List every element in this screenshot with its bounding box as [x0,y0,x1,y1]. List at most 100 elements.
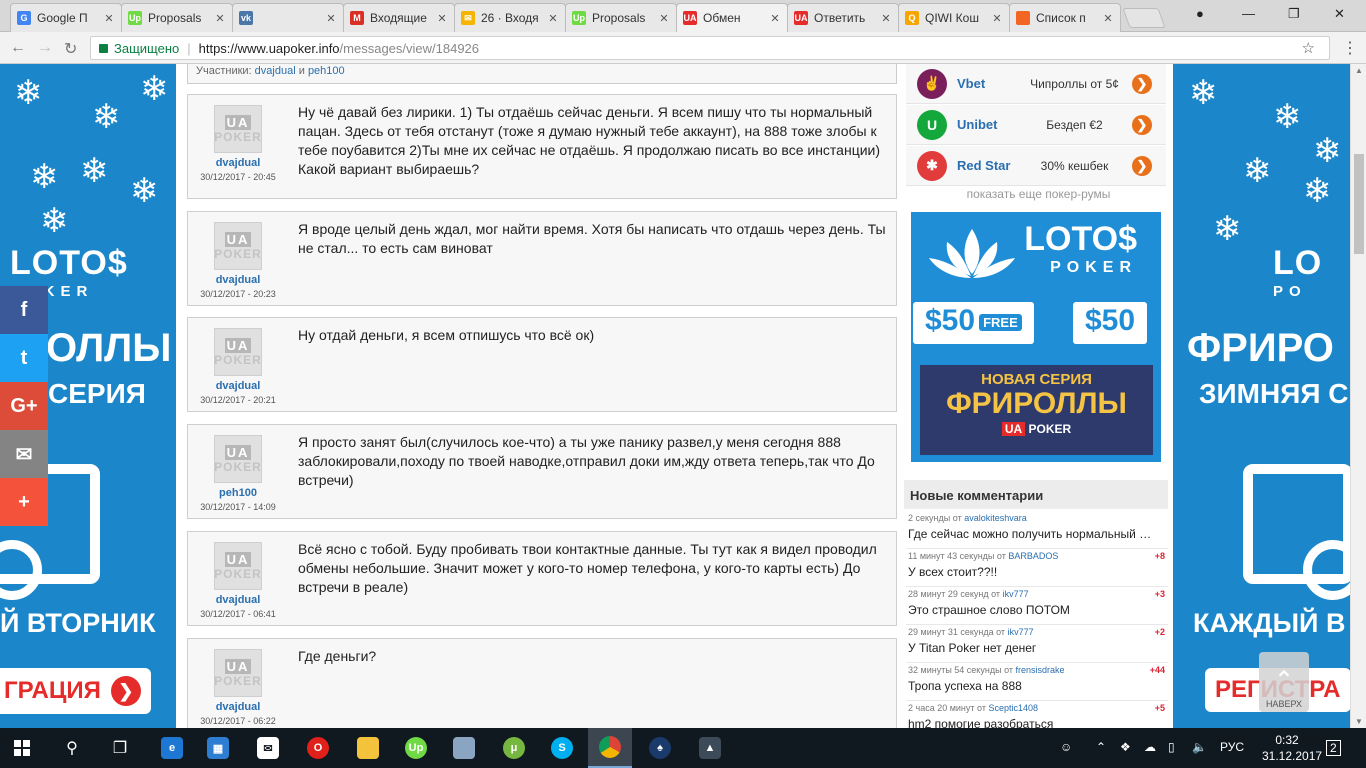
comment-text[interactable]: Это страшное слово ПОТОМ [908,603,1158,617]
lotos-poker-ad[interactable]: LOTO$ POKER $50 FREE $50 НОВАЯ СЕРИЯ ФРИРО… [911,212,1161,462]
comment-item[interactable]: 2 секунды от avalokiteshvara Где сейчас м… [906,511,1168,549]
google-plus-share-button[interactable]: G+ [0,382,48,430]
browser-tab[interactable]: Up Proposals ✕ [565,3,677,32]
browser-tab[interactable]: UA Обмен ✕ [676,3,788,32]
arrow-right-icon[interactable]: ❯ [1132,155,1152,176]
notifications-icon[interactable]: 2 [1326,740,1341,756]
browser-tab[interactable]: vk ✕ [232,3,344,32]
skype-icon[interactable]: S [540,728,584,768]
profile-icon[interactable]: ● [1196,6,1204,21]
battery-icon[interactable]: ▯ [1168,740,1175,754]
comment-item[interactable]: 11 минут 43 секунды от BARBADOS +8 У всех … [906,549,1168,587]
comment-text[interactable]: У всех стоит??!! [908,565,1158,579]
arrow-right-icon[interactable]: ❯ [1132,73,1152,94]
edge-icon[interactable]: e [150,728,194,768]
message-author[interactable]: dvajdual [188,274,288,286]
forward-button[interactable]: → [37,39,53,57]
more-share-button[interactable]: + [0,478,48,526]
reload-button[interactable]: ↻ [64,39,77,59]
page-scrollbar[interactable]: ▲ ▼ [1350,64,1366,728]
comment-text[interactable]: Где сейчас можно получить нормальный бон… [908,527,1158,541]
chrome-icon[interactable] [588,728,632,768]
dropbox-icon[interactable]: ❖ [1120,740,1131,754]
avatar[interactable]: UA POKER [214,222,262,270]
more-poker-rooms-link[interactable]: показать еще покер-румы [904,187,1173,201]
comment-item[interactable]: 29 минут 31 секунда от ikv777 +2 У Titan P… [906,625,1168,663]
language-indicator[interactable]: РУС [1220,740,1244,754]
volume-icon[interactable]: 🔈 [1192,740,1207,754]
back-button[interactable]: ← [10,39,26,57]
message-author[interactable]: peh100 [188,487,288,499]
avatar[interactable]: UA POKER [214,328,262,376]
comment-text[interactable]: hm2 помогие разобраться [908,717,1158,728]
poker-room-item[interactable]: U Unibet Бездеп €2 ❯ [906,105,1166,145]
minimize-button[interactable]: — [1242,6,1255,21]
comment-user-link[interactable]: Sceptic1408 [989,703,1039,713]
comment-user-link[interactable]: ikv777 [1008,627,1034,637]
back-to-top-button[interactable]: ⌃ НАВЕРХ [1259,652,1309,712]
browser-tab[interactable]: M Входящие ✕ [343,3,455,32]
new-tab-button[interactable] [1122,8,1166,28]
file-explorer-icon[interactable] [346,728,390,768]
tab-close-icon[interactable]: ✕ [547,12,559,25]
tab-close-icon[interactable]: ✕ [214,12,226,25]
message-author[interactable]: dvajdual [188,157,288,169]
tab-close-icon[interactable]: ✕ [325,12,337,25]
room-name[interactable]: Unibet [957,117,1017,132]
comment-item[interactable]: 28 минут 29 секунд от ikv777 +3 Это страшн… [906,587,1168,625]
comment-item[interactable]: 2 часа 20 минут от Sceptic1408 +5 hm2 помо… [906,701,1168,728]
room-name[interactable]: Vbet [957,76,1017,91]
message-author[interactable]: dvajdual [188,594,288,606]
bookmark-star-icon[interactable]: ☆ [1302,39,1315,57]
tab-close-icon[interactable]: ✕ [880,12,892,25]
browser-menu-icon[interactable]: ⋮ [1342,38,1358,58]
tab-close-icon[interactable]: ✕ [103,12,115,25]
message-author[interactable]: dvajdual [188,380,288,392]
tab-close-icon[interactable]: ✕ [658,12,670,25]
people-icon[interactable]: ☺ [1060,740,1072,754]
tab-close-icon[interactable]: ✕ [769,12,781,25]
browser-tab[interactable]: Q QIWI Кош ✕ [898,3,1010,32]
url-input[interactable]: Защищено | https://www.uapoker.info/mess… [90,36,1330,60]
right-side-banner[interactable]: ❄ ❄ ❄ ❄ ❄ ❄ LO PO ФРИРО ЗИМНЯЯ С КАЖДЫЙ В… [1173,64,1350,728]
photos-icon[interactable]: ▲ [688,728,732,768]
banner-register-button[interactable]: ГРАЦИЯ ❯ [0,668,151,714]
mail-icon[interactable]: ✉ [246,728,290,768]
scrollbar-thumb[interactable] [1354,154,1364,254]
avatar[interactable]: UA POKER [214,105,262,153]
avatar[interactable]: UA POKER [214,542,262,590]
start-button[interactable] [0,728,44,768]
room-name[interactable]: Red Star [957,158,1017,173]
participant-link[interactable]: dvajdual [255,65,296,77]
comment-user-link[interactable]: frensisdrake [1016,665,1065,675]
browser-tab[interactable]: Список п ✕ [1009,3,1121,32]
comment-text[interactable]: Тропа успеха на 888 [908,679,1158,693]
comment-user-link[interactable]: BARBADOS [1008,551,1058,561]
browser-tab[interactable]: UA Ответить ✕ [787,3,899,32]
upwork-icon[interactable]: Up [394,728,438,768]
browser-tab[interactable]: ✉ 26 · Входя ✕ [454,3,566,32]
close-window-button[interactable]: ✕ [1334,6,1345,22]
comment-user-link[interactable]: avalokiteshvara [964,513,1027,523]
maximize-button[interactable]: ❐ [1288,6,1300,22]
message-author[interactable]: dvajdual [188,701,288,713]
cloud-icon[interactable]: ☁ [1144,740,1156,754]
poker-room-item[interactable]: ✌ Vbet Чипроллы от 5¢ ❯ [906,64,1166,104]
store-icon[interactable]: ▦ [196,728,240,768]
arrow-right-icon[interactable]: ❯ [1132,114,1152,135]
utorrent-icon[interactable]: μ [492,728,536,768]
comment-user-link[interactable]: ikv777 [1003,589,1029,599]
browser-tab[interactable]: Up Proposals ✕ [121,3,233,32]
poker-room-item[interactable]: ✱ Red Star 30% кешбек ❯ [906,146,1166,186]
opera-icon[interactable]: O [296,728,340,768]
comment-item[interactable]: 32 минуты 54 секунды от frensisdrake +44 Т… [906,663,1168,701]
tray-chevron-icon[interactable]: ⌃ [1096,740,1106,754]
search-icon[interactable]: ⚲ [50,728,94,768]
twitter-share-button[interactable]: t [0,334,48,382]
tab-close-icon[interactable]: ✕ [1102,12,1114,25]
pokerstars-icon[interactable]: ♠ [638,728,682,768]
avatar[interactable]: UA POKER [214,649,262,697]
facebook-share-button[interactable]: f [0,286,48,334]
email-share-button[interactable]: ✉ [0,430,48,478]
tab-close-icon[interactable]: ✕ [991,12,1003,25]
